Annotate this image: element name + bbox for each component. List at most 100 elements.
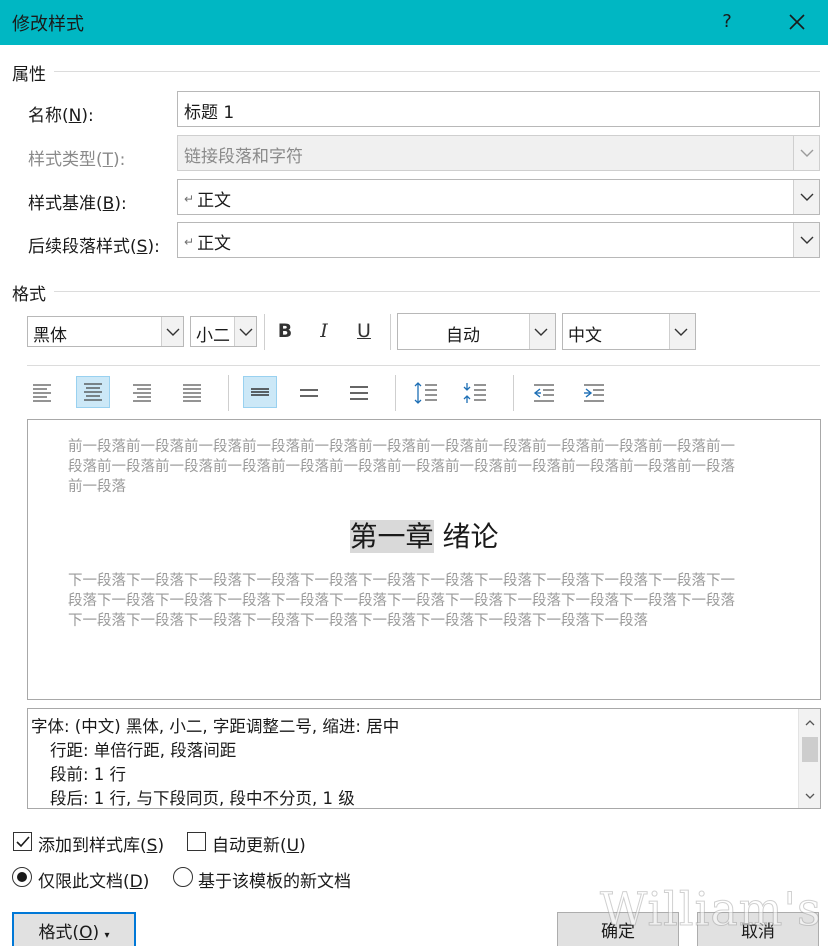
add-to-gallery-checkbox[interactable]: [13, 832, 32, 851]
font-color-value: 自动: [446, 326, 480, 346]
description-scrollbar[interactable]: [798, 709, 820, 808]
style-preview: 前一段落前一段落前一段落前一段落前一段落前一段落前一段落前一段落前一段落前一段落…: [27, 419, 821, 700]
window-title: 修改样式: [12, 14, 84, 35]
justify-icon: [183, 384, 201, 402]
style-based-on-dropdown-button[interactable]: [793, 180, 819, 214]
align-center-button[interactable]: [76, 376, 110, 408]
toolbar-divider: [513, 375, 514, 411]
chevron-down-icon: [800, 236, 814, 244]
previous-paragraph-text: 前一段落前一段落前一段落前一段落前一段落前一段落前一段落前一段落前一段落前一段落…: [68, 439, 735, 495]
chevron-down-icon: [800, 193, 814, 201]
italic-button[interactable]: I: [309, 315, 339, 347]
single-spacing-button[interactable]: [243, 376, 277, 408]
format-menu-button[interactable]: 格式(O) ▾: [12, 912, 136, 946]
toolbar-row-divider: [27, 365, 820, 366]
heading-part1: 第一章: [349, 520, 434, 553]
style-type-label: 样式类型(T):: [28, 150, 126, 170]
next-paragraph-text: 下一段落下一段落下一段落下一段落下一段落下一段落下一段落下一段落下一段落下一段落…: [68, 573, 735, 629]
paragraph-mark-icon: ↵: [184, 235, 195, 249]
next-style-value: 正文: [197, 234, 232, 254]
close-button[interactable]: [780, 6, 814, 38]
font-size-dropdown-button[interactable]: [234, 317, 256, 346]
one-half-spacing-button[interactable]: [292, 377, 326, 409]
description-line: 段前: 1 行: [50, 765, 127, 784]
name-field[interactable]: 标题 1: [177, 91, 820, 127]
name-value: 标题 1: [184, 103, 235, 123]
watermark-text: William's: [600, 882, 822, 937]
add-to-gallery-label[interactable]: 添加到样式库(S): [38, 831, 164, 856]
font-value: 黑体: [33, 326, 67, 346]
style-type-dropdown: 链接段落和字符: [177, 135, 820, 171]
decrease-spacing-icon: [463, 383, 486, 403]
single-line-spacing-icon: [251, 388, 269, 396]
title-bar: 修改样式 ?: [0, 0, 828, 45]
chevron-down-icon: [534, 328, 548, 336]
font-dropdown-button[interactable]: [161, 317, 183, 346]
next-style-label: 后续段落样式(S):: [28, 237, 160, 257]
description-line: 段后: 1 行, 与下段同页, 段中不分页, 1 级: [50, 789, 355, 808]
paragraph-mark-icon: ↵: [184, 192, 195, 206]
chevron-down-icon: [674, 328, 688, 336]
new-docs-template-label[interactable]: 基于该模板的新文档: [198, 867, 351, 892]
help-button[interactable]: ?: [712, 8, 742, 36]
align-left-icon: [33, 384, 51, 402]
description-line: 行距: 单倍行距, 段落间距: [50, 741, 237, 760]
increase-spacing-icon: [414, 382, 437, 404]
script-dropdown-button[interactable]: [669, 314, 695, 349]
style-type-value: 链接段落和字符: [184, 147, 303, 167]
toolbar-divider: [395, 375, 396, 411]
auto-update-label[interactable]: 自动更新(U): [212, 831, 306, 856]
chevron-down-icon: [800, 149, 814, 157]
increase-paragraph-spacing-button[interactable]: [409, 377, 443, 409]
description-line: 字体: (中文) 黑体, 小二, 字距调整二号, 缩进: 居中: [31, 717, 400, 736]
align-right-button[interactable]: [125, 377, 159, 409]
chevron-down-icon: [166, 328, 180, 336]
toolbar-divider: [264, 314, 265, 350]
properties-divider: [54, 71, 820, 72]
only-this-document-label[interactable]: 仅限此文档(D): [38, 867, 149, 892]
script-dropdown[interactable]: 中文: [562, 313, 696, 350]
close-icon: [789, 14, 805, 30]
next-style-dropdown[interactable]: ↵ 正文: [177, 222, 820, 258]
decrease-indent-button[interactable]: [527, 377, 561, 409]
increase-indent-button[interactable]: [577, 377, 611, 409]
double-line-spacing-icon: [350, 386, 368, 400]
only-this-document-radio[interactable]: [12, 867, 32, 887]
align-right-icon: [133, 384, 151, 402]
scroll-up-icon[interactable]: [804, 717, 816, 729]
justify-button[interactable]: [175, 377, 209, 409]
bold-button[interactable]: B: [270, 315, 300, 347]
style-description: 字体: (中文) 黑体, 小二, 字距调整二号, 缩进: 居中 行距: 单倍行距…: [27, 708, 821, 809]
dropdown-caret-icon: ▾: [104, 930, 110, 941]
font-color-dropdown[interactable]: 自动: [397, 313, 556, 350]
align-left-button[interactable]: [25, 377, 59, 409]
toolbar-divider: [228, 375, 229, 411]
heading-part2: 绪论: [442, 520, 499, 553]
align-center-icon: [84, 383, 102, 401]
font-size-dropdown[interactable]: 小二: [190, 316, 257, 347]
decrease-paragraph-spacing-button[interactable]: [458, 377, 492, 409]
font-dropdown[interactable]: 黑体: [27, 316, 184, 347]
decrease-indent-icon: [533, 384, 554, 402]
font-color-dropdown-button[interactable]: [529, 314, 555, 349]
underline-button[interactable]: U: [349, 315, 379, 347]
chevron-down-icon: [239, 328, 253, 336]
double-spacing-button[interactable]: [342, 377, 376, 409]
name-label: 名称(N):: [28, 106, 94, 126]
style-type-dropdown-button: [793, 136, 819, 170]
radio-selected-dot: [17, 872, 27, 882]
increase-indent-icon: [584, 384, 604, 402]
preview-heading: 第一章 绪论: [28, 515, 820, 555]
style-based-on-dropdown[interactable]: ↵ 正文: [177, 179, 820, 215]
new-docs-template-radio[interactable]: [173, 867, 193, 887]
font-size-value: 小二: [196, 326, 230, 346]
auto-update-checkbox[interactable]: [187, 832, 206, 851]
scroll-down-icon[interactable]: [804, 790, 816, 802]
scrollbar-thumb[interactable]: [802, 737, 818, 762]
one-half-line-spacing-icon: [300, 389, 318, 397]
style-based-on-label: 样式基准(B):: [28, 194, 127, 214]
next-style-dropdown-button[interactable]: [793, 223, 819, 257]
format-divider: [54, 291, 820, 292]
script-value: 中文: [568, 326, 602, 346]
toolbar-divider: [390, 314, 391, 350]
